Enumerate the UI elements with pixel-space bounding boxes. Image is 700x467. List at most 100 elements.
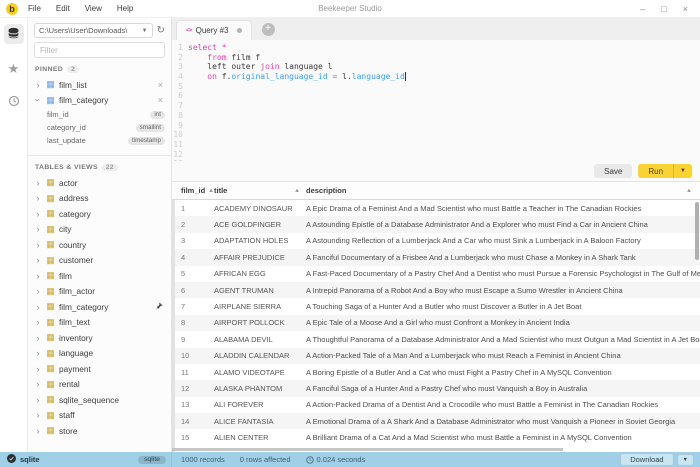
chevron-icon[interactable]: ›: [34, 349, 42, 357]
chevron-icon[interactable]: ›: [34, 411, 42, 419]
sidebar-item-customer[interactable]: › ▦ customer: [34, 253, 165, 269]
sidebar-item-city[interactable]: › ▦ city: [34, 222, 165, 238]
sidebar-item-country[interactable]: › ▦ country: [34, 237, 165, 253]
table-row[interactable]: 1 ACADEMY DINOSAUR A Epic Drama of a Fem…: [172, 200, 700, 216]
maximize-button[interactable]: □: [661, 4, 666, 14]
chevron-icon[interactable]: ›: [34, 334, 42, 342]
sidebar-item-staff[interactable]: › ▦ staff: [34, 408, 165, 424]
table-icon: ▦: [45, 256, 56, 265]
favorites-tab-button[interactable]: ★: [4, 58, 24, 78]
cell-title: AGENT TRUMAN: [214, 286, 306, 295]
sql-editor[interactable]: 1 select * 2 from film f 3 left outer jo…: [172, 40, 700, 161]
refresh-icon[interactable]: ↻: [157, 26, 165, 36]
pinned-item-film_category[interactable]: › ▦ film_category ×: [34, 93, 165, 109]
cell-title: AIRPORT POLLOCK: [214, 318, 306, 327]
table-row[interactable]: 3 ADAPTATION HOLES A Astounding Reflecti…: [172, 233, 700, 249]
chevron-icon[interactable]: ›: [34, 272, 42, 280]
pinned-list: › ▦ film_list × › ▦ film_category × film…: [34, 77, 165, 147]
table-row[interactable]: 8 AIRPORT POLLOCK A Epic Tale of a Moose…: [172, 315, 700, 331]
table-row[interactable]: 4 AFFAIR PREJUDICE A Fanciful Documentar…: [172, 249, 700, 265]
sidebar-item-actor[interactable]: › ▦ actor: [34, 175, 165, 191]
table-row[interactable]: 10 ALADDIN CALENDAR A Action-Packed Tale…: [172, 348, 700, 364]
table-name: film_list: [59, 80, 155, 90]
table-row[interactable]: 5 AFRICAN EGG A Fast-Paced Documentary o…: [172, 266, 700, 282]
download-options-caret[interactable]: ▼: [677, 454, 694, 466]
sidebar-item-rental[interactable]: › ▦ rental: [34, 377, 165, 393]
chevron-icon[interactable]: ›: [34, 318, 42, 326]
cell-title: ALABAMA DEVIL: [214, 335, 306, 344]
sort-icon[interactable]: ▲: [686, 188, 692, 194]
sidebar-item-payment[interactable]: › ▦ payment: [34, 361, 165, 377]
chevron-icon[interactable]: ›: [34, 396, 42, 404]
chevron-icon[interactable]: ›: [34, 287, 42, 295]
menu-help[interactable]: Help: [117, 4, 133, 13]
table-row[interactable]: 13 ALI FOREVER A Action-Packed Drama of …: [172, 397, 700, 413]
editor-toolbar: Save Run ▼: [172, 161, 700, 181]
table-row[interactable]: 11 ALAMO VIDEOTAPE A Boring Epistle of a…: [172, 364, 700, 380]
chevron-icon[interactable]: ›: [34, 241, 42, 249]
sidebar-item-sqlite_sequence[interactable]: › ▦ sqlite_sequence: [34, 392, 165, 408]
unsaved-dot-icon: [237, 28, 242, 33]
run-options-caret[interactable]: ▼: [673, 164, 692, 178]
unpin-icon[interactable]: ×: [158, 95, 165, 105]
pinned-item-film_list[interactable]: › ▦ film_list ×: [34, 77, 165, 93]
column-header-film-id[interactable]: film_id ▲: [172, 186, 214, 195]
sidebar-item-category[interactable]: › ▦ category: [34, 206, 165, 222]
table-row[interactable]: 7 AIRPLANE SIERRA A Touching Saga of a H…: [172, 298, 700, 314]
code-token: f.: [217, 72, 231, 81]
sidebar-item-film_actor[interactable]: › ▦ film_actor: [34, 284, 165, 300]
chevron-icon[interactable]: ›: [34, 365, 42, 373]
menu-view[interactable]: View: [85, 4, 102, 13]
vertical-scrollbar[interactable]: [695, 202, 699, 260]
download-button[interactable]: Download: [620, 453, 673, 466]
horizontal-scrollbar[interactable]: [172, 448, 563, 451]
save-button[interactable]: Save: [594, 164, 632, 178]
table-row[interactable]: 15 ALIEN CENTER A Brilliant Drama of a C…: [172, 429, 700, 445]
sidebar-item-inventory[interactable]: › ▦ inventory: [34, 330, 165, 346]
chevron-icon[interactable]: ›: [34, 210, 42, 218]
connection-dropdown[interactable]: C:\Users\User\Downloads\ ▼: [34, 23, 153, 38]
sidebar-item-store[interactable]: › ▦ store: [34, 423, 165, 439]
history-tab-button[interactable]: [4, 92, 24, 112]
sidebar-item-film[interactable]: › ▦ film: [34, 268, 165, 284]
chevron-icon[interactable]: ›: [34, 427, 42, 435]
chevron-icon[interactable]: ›: [34, 303, 42, 311]
app-logo-icon: b: [6, 3, 18, 15]
table-row[interactable]: 2 ACE GOLDFINGER A Astounding Epistle of…: [172, 216, 700, 232]
connection-name[interactable]: sqlite: [20, 455, 40, 464]
cell-film-id: 3: [172, 236, 214, 245]
table-row[interactable]: 6 AGENT TRUMAN A Intrepid Panorama of a …: [172, 282, 700, 298]
sidebar-item-address[interactable]: › ▦ address: [34, 191, 165, 207]
sort-icon[interactable]: ▲: [294, 188, 300, 194]
close-button[interactable]: ×: [683, 4, 688, 14]
filter-input[interactable]: [34, 42, 165, 58]
column-header-title[interactable]: title ▲: [214, 186, 306, 195]
table-icon: ▦: [45, 349, 56, 358]
column-header-description[interactable]: description ▲: [306, 186, 700, 195]
chevron-icon[interactable]: ›: [34, 179, 42, 187]
table-icon: ▦: [45, 194, 56, 203]
table-row[interactable]: 12 ALASKA PHANTOM A Fanciful Saga of a H…: [172, 380, 700, 396]
menu-edit[interactable]: Edit: [56, 4, 70, 13]
chevron-icon[interactable]: ›: [34, 256, 42, 264]
table-name: payment: [59, 364, 165, 374]
chevron-icon[interactable]: ›: [34, 81, 42, 89]
database-tab-button[interactable]: [4, 24, 24, 44]
menu-file[interactable]: File: [28, 4, 41, 13]
code-token: original_language_id: [231, 72, 327, 81]
chevron-icon[interactable]: ›: [34, 225, 42, 233]
table-row[interactable]: 14 ALICE FANTASIA A Emotional Drama of a…: [172, 413, 700, 429]
sidebar-item-film_category[interactable]: › ▦ film_category: [34, 299, 165, 315]
sidebar-item-language[interactable]: › ▦ language: [34, 346, 165, 362]
add-tab-button[interactable]: +: [262, 23, 275, 36]
unpin-icon[interactable]: ×: [158, 80, 165, 90]
chevron-icon[interactable]: ›: [34, 380, 42, 388]
chevron-icon[interactable]: ›: [34, 96, 42, 104]
table-row[interactable]: 9 ALABAMA DEVIL A Thoughtful Panorama of…: [172, 331, 700, 347]
sidebar-item-film_text[interactable]: › ▦ film_text: [34, 315, 165, 331]
column-type-badge: smallint: [136, 124, 165, 132]
tab-query-3[interactable]: <> Query #3: [176, 20, 252, 40]
minimize-button[interactable]: –: [640, 4, 645, 14]
chevron-icon[interactable]: ›: [34, 194, 42, 202]
run-button[interactable]: Run: [638, 164, 673, 178]
